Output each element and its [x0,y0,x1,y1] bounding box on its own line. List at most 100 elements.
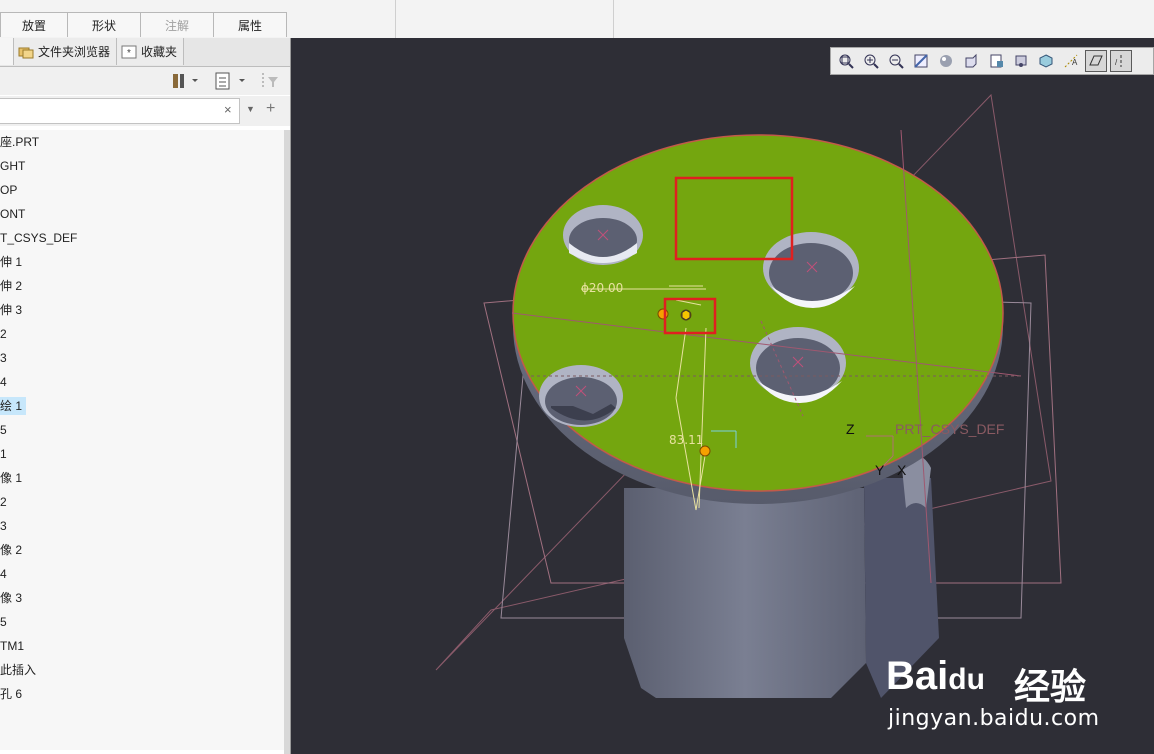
repaint-icon[interactable] [910,50,932,72]
body-block [624,488,866,698]
tree-item-label: 4 [0,375,7,389]
tree-item[interactable]: 2 [0,322,284,346]
navigator-toolbar [0,67,290,95]
folder-browser-label: 文件夹浏览器 [38,45,111,59]
ribbon-divider [395,0,396,38]
tree-item-label: 座.PRT [0,135,40,149]
tab-shape[interactable]: 形状 [67,12,141,37]
tree-item[interactable]: GHT [0,154,284,178]
tree-item-label: 5 [0,615,7,629]
watermark-brand2: du [948,663,985,696]
tree-item-label: 伸 2 [0,279,23,293]
filter-button[interactable] [260,71,282,91]
disc-top-face [512,134,1004,492]
tree-item[interactable]: 5 [0,418,284,442]
navigator-tabs: 文件夹浏览器 * 收藏夹 [0,38,290,67]
tree-item[interactable]: ONT [0,202,284,226]
tab-favorites[interactable]: * 收藏夹 [117,38,185,65]
navigator-panel: 文件夹浏览器 * 收藏夹 × ▼ + 座.PRT GHT OP ONT T_CSYS_D… [0,38,291,754]
settings-icon [173,74,198,88]
tree-item[interactable]: 此插入 [0,658,284,682]
tree-item-label: 伸 3 [0,303,23,317]
favorites-label: 收藏夹 [141,45,178,59]
spin-center-icon[interactable] [1035,50,1057,72]
tree-item[interactable]: TM1 [0,634,284,658]
chevron-down-icon[interactable]: ▼ [246,104,255,114]
tree-item-label: 孔 6 [0,687,23,701]
hole-placement-handle[interactable] [680,309,692,321]
list-icon [215,72,245,90]
zoom-out-icon[interactable] [885,50,907,72]
watermark-brand: Bai [886,654,949,698]
settings-button[interactable] [170,71,200,91]
axis-y-label: Y [875,462,885,478]
display-style-icon[interactable] [935,50,957,72]
watermark-cn: 经验 [1014,667,1087,708]
zoom-in-icon[interactable] [860,50,882,72]
scrollbar[interactable] [284,130,290,754]
graphics-toolbar: A / [830,47,1154,75]
dimension-offset[interactable]: 83.11 [669,433,703,447]
tree-item[interactable]: 像 1 [0,466,284,490]
csys-label: PRT_CSYS_DEF [895,421,1004,437]
dimension-diameter[interactable]: ϕ20.00 [581,281,623,295]
tree-item-label: T_CSYS_DEF [0,231,78,245]
svg-text:A: A [1072,58,1078,67]
tree-item[interactable]: 2 [0,490,284,514]
saved-views-icon[interactable] [960,50,982,72]
tree-item[interactable]: 像 2 [0,538,284,562]
folder-browser-icon [18,45,34,59]
annotation-display-icon[interactable]: A [1060,50,1082,72]
tree-item-label: 2 [0,327,7,341]
watermark-logo: Baidu [886,654,985,699]
model-canvas[interactable]: ϕ20.00 83.11 PRT_CSYS_DEF Z Y X [291,38,1154,754]
tree-item[interactable]: 3 [0,514,284,538]
add-icon[interactable]: + [266,100,275,118]
favorites-icon: * [121,45,137,59]
tree-item[interactable]: 孔 6 [0,682,284,706]
tree-item[interactable]: 座.PRT [0,130,284,154]
search-row: × ▼ + [0,96,290,126]
tree-item[interactable]: 3 [0,346,284,370]
perspective-icon[interactable] [1010,50,1032,72]
tree-item-label: TM1 [0,639,24,653]
tree-item[interactable]: 伸 3 [0,298,284,322]
tab-model-tree[interactable] [0,38,14,65]
tree-item-label: 3 [0,351,7,365]
tree-item[interactable]: 1 [0,442,284,466]
tree-item-label: 2 [0,495,7,509]
drag-handle[interactable] [657,308,669,320]
tree-item[interactable]: 伸 2 [0,274,284,298]
tree-item[interactable]: 4 [0,562,284,586]
tree-item[interactable]: T_CSYS_DEF [0,226,284,250]
view-manager-icon[interactable] [985,50,1007,72]
drag-handle[interactable] [699,445,711,457]
tab-properties[interactable]: 属性 [213,12,287,37]
tree-item[interactable]: 绘 1 [0,394,284,418]
close-icon[interactable]: × [224,102,232,117]
axis-z-label: Z [846,421,855,437]
tree-item-label: 4 [0,567,7,581]
tree-item[interactable]: OP [0,178,284,202]
tree-item[interactable]: 4 [0,370,284,394]
model-tree: 座.PRT GHT OP ONT T_CSYS_DEF 伸 1 伸 2 伸 3 2 3 4 绘 1 5 1… [0,130,284,750]
tree-item-label: 伸 1 [0,255,23,269]
watermark-url: jingyan.baidu.com [888,706,1100,731]
search-input[interactable] [0,98,240,124]
tree-item[interactable]: 5 [0,610,284,634]
axis-display-icon[interactable]: / [1110,50,1132,72]
tree-item[interactable]: 像 3 [0,586,284,610]
tab-folder-browser[interactable]: 文件夹浏览器 [14,38,118,65]
plane-display-icon[interactable] [1085,50,1107,72]
svg-text:*: * [127,48,131,59]
tree-item-label: OP [0,183,18,197]
tree-item-label: GHT [0,159,26,173]
tree-item-label: 3 [0,519,7,533]
show-button[interactable] [212,71,248,91]
refit-icon[interactable] [835,50,857,72]
tree-item[interactable]: 伸 1 [0,250,284,274]
tab-annotation: 注解 [140,12,214,37]
tab-placement[interactable]: 放置 [0,12,68,37]
filter-icon [262,73,278,89]
dashboard-tabs: 放置 形状 注解 属性 [0,12,287,38]
